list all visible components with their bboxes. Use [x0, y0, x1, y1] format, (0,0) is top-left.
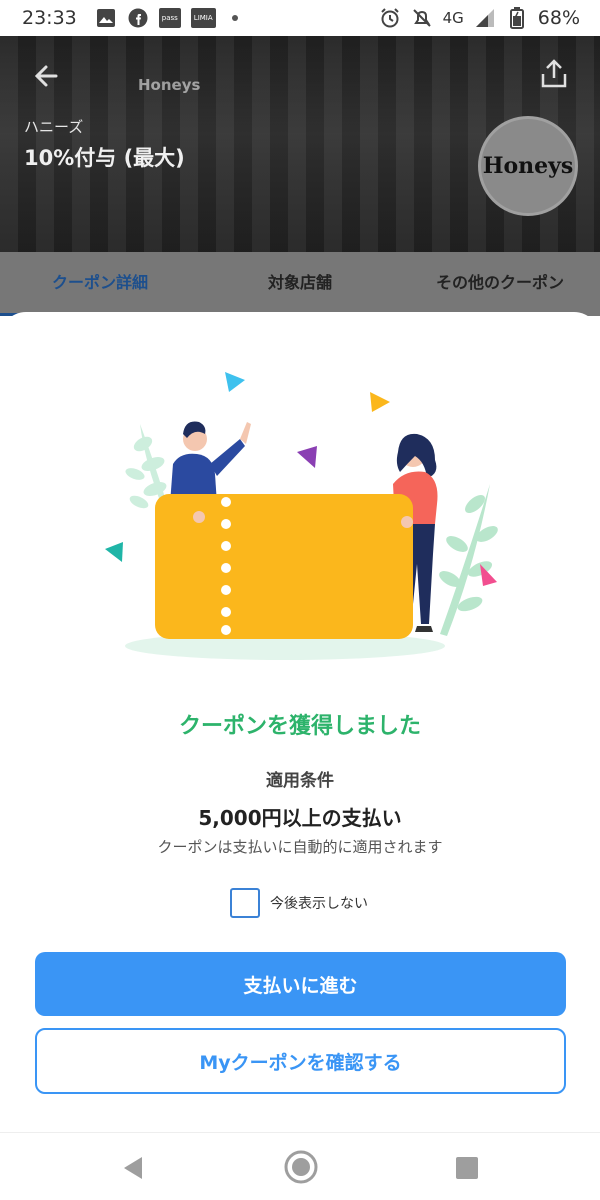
- coupon-acquired-sheet: クーポンを獲得しました 適用条件 5,000円以上の支払い クーポンは支払いに自…: [0, 312, 600, 1132]
- network-type: 4G: [442, 9, 464, 27]
- battery-percent: 68%: [537, 7, 580, 29]
- dont-show-again-checkbox[interactable]: [230, 888, 260, 918]
- nav-back-icon[interactable]: [120, 1155, 146, 1181]
- more-notifications-dot: [231, 15, 238, 21]
- tab-other-coupons[interactable]: その他のクーポン: [400, 252, 600, 316]
- store-hero: Honeys ハニーズ 10%付与 (最大) Honeys: [0, 36, 600, 252]
- store-name: ハニーズ: [24, 118, 84, 136]
- share-icon[interactable]: [536, 56, 572, 92]
- tab-coupon-details[interactable]: クーポン詳細: [0, 252, 200, 316]
- condition-value: 5,000円以上の支払い: [198, 806, 402, 830]
- coupon-illustration: [95, 364, 515, 664]
- status-bar: 23:33 pass LIMIA 4G 68%: [0, 0, 600, 36]
- store-logo-text: Honeys: [482, 153, 574, 179]
- facebook-icon: [127, 7, 149, 29]
- limia-badge: LIMIA: [190, 8, 216, 28]
- nav-home-icon[interactable]: [283, 1149, 319, 1185]
- auto-apply-note: クーポンは支払いに自動的に適用されます: [157, 838, 443, 856]
- nav-recent-apps-icon[interactable]: [455, 1157, 479, 1179]
- tab-target-stores[interactable]: 対象店舗: [200, 252, 400, 316]
- back-arrow-icon[interactable]: [30, 58, 66, 94]
- pass-badge: pass: [158, 8, 181, 28]
- store-sign: Honeys: [138, 76, 201, 94]
- tab-bar: クーポン詳細 対象店舗 その他のクーポン: [0, 252, 600, 316]
- view-my-coupons-button[interactable]: Myクーポンを確認する: [35, 1028, 566, 1094]
- battery-icon: [506, 7, 528, 29]
- mute-icon: [411, 7, 433, 29]
- system-nav-bar: [0, 1132, 600, 1200]
- status-time: 23:33: [22, 7, 77, 29]
- signal-icon: [474, 7, 496, 29]
- proceed-to-payment-button[interactable]: 支払いに進む: [35, 952, 566, 1016]
- dont-show-again-row[interactable]: 今後表示しない: [230, 888, 368, 918]
- store-logo: Honeys: [478, 116, 578, 216]
- coupon-acquired-headline: クーポンを獲得しました: [178, 714, 421, 739]
- alarm-icon: [379, 7, 401, 29]
- dont-show-again-label: 今後表示しない: [270, 896, 368, 912]
- offer-title: 10%付与 (最大): [24, 146, 185, 170]
- condition-label: 適用条件: [266, 771, 334, 791]
- image-icon: [95, 7, 117, 29]
